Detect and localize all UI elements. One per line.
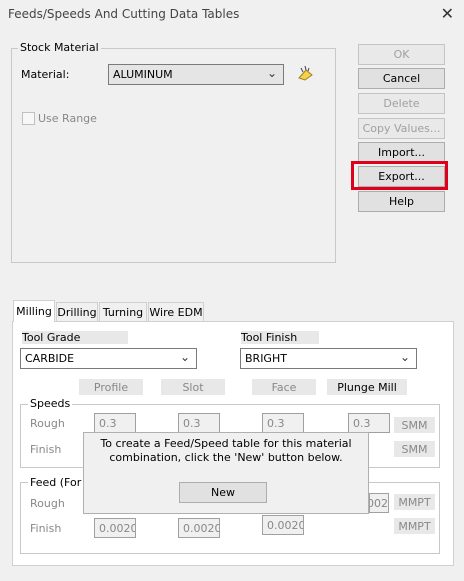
tool-finish-label: Tool Finish: [241, 331, 319, 344]
new-table-dialog: To create a Feed/Speed table for this ma…: [83, 432, 369, 514]
tab-drilling[interactable]: Drilling: [56, 302, 98, 321]
chevron-down-icon: ⌄: [266, 66, 277, 80]
feed-finish-face[interactable]: 0.0020: [262, 515, 304, 535]
chevron-down-icon: ⌄: [179, 350, 190, 364]
tab-turning[interactable]: Turning: [99, 302, 147, 321]
tab-wire-edm[interactable]: Wire EDM: [148, 302, 204, 321]
material-select[interactable]: ALUMINUM ⌄: [108, 64, 284, 85]
feed-rough-unit: MMPT: [394, 494, 435, 510]
column-plunge-mill: Plunge Mill: [327, 379, 407, 395]
tool-finish-value: BRIGHT: [245, 352, 287, 365]
stock-material-label: Stock Material: [18, 41, 101, 54]
column-profile: Profile: [79, 379, 143, 395]
window-title: Feeds/Speeds And Cutting Data Tables: [8, 7, 240, 21]
cancel-button[interactable]: Cancel: [358, 68, 445, 89]
column-face: Face: [252, 379, 316, 395]
material-value: ALUMINUM: [113, 68, 173, 81]
feed-label: Feed (For: [28, 476, 84, 489]
speeds-finish-unit: SMM: [394, 441, 435, 457]
material-edit-icon[interactable]: [296, 64, 316, 82]
close-icon[interactable]: ✕: [441, 4, 454, 23]
use-range-label: Use Range: [38, 112, 97, 125]
speed-rough-slot[interactable]: 0.3: [178, 413, 220, 433]
dialog-message: To create a Feed/Speed table for this ma…: [100, 437, 352, 464]
material-label: Material:: [21, 68, 70, 81]
export-highlight: [351, 161, 448, 190]
speeds-finish-label: Finish: [30, 443, 62, 456]
ok-button[interactable]: OK: [358, 44, 445, 65]
feed-finish-profile[interactable]: 0.0020: [94, 518, 136, 538]
use-range-checkbox[interactable]: [22, 112, 35, 125]
feed-finish-slot[interactable]: 0.0020: [178, 518, 220, 538]
speed-rough-plunge[interactable]: 0.3: [348, 413, 390, 433]
tool-grade-select[interactable]: CARBIDE ⌄: [20, 348, 197, 369]
new-button[interactable]: New: [179, 482, 267, 503]
feed-rough-plunge[interactable]: 0.002: [369, 493, 389, 513]
speeds-rough-unit: SMM: [394, 417, 435, 433]
delete-button[interactable]: Delete: [358, 93, 445, 114]
column-slot: Slot: [161, 379, 225, 395]
tool-finish-select[interactable]: BRIGHT ⌄: [240, 348, 417, 369]
tab-milling[interactable]: Milling: [13, 300, 55, 322]
feed-finish-unit: MMPT: [394, 518, 435, 534]
feed-rough-label: Rough: [30, 497, 65, 510]
speeds-label: Speeds: [28, 397, 73, 410]
speeds-rough-label: Rough: [30, 417, 65, 430]
chevron-down-icon: ⌄: [399, 350, 410, 364]
help-button[interactable]: Help: [358, 191, 445, 212]
tool-grade-label: Tool Grade: [22, 331, 128, 344]
feed-rough-plunge-value: 0.002: [369, 496, 388, 510]
tool-grade-value: CARBIDE: [25, 352, 75, 365]
copy-values-button[interactable]: Copy Values...: [358, 118, 445, 139]
speed-rough-profile[interactable]: 0.3: [94, 413, 136, 433]
import-button[interactable]: Import...: [358, 142, 445, 163]
feed-finish-label: Finish: [30, 522, 62, 535]
speed-rough-face[interactable]: 0.3: [262, 413, 304, 433]
